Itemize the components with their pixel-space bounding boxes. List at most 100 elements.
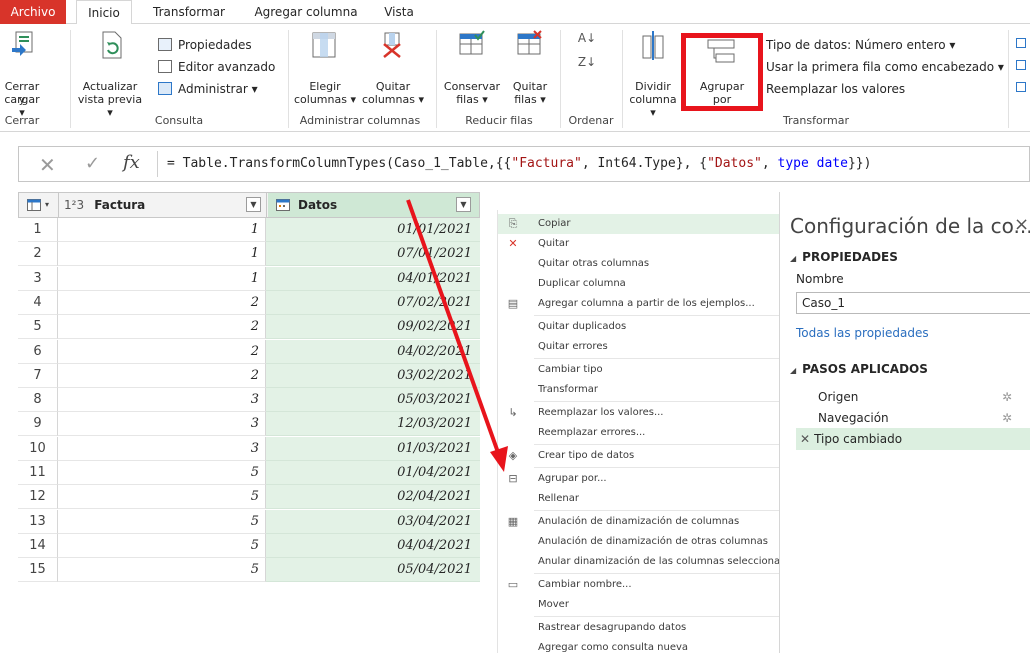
row-number[interactable]: 4 — [18, 290, 58, 315]
manage-button[interactable]: Administrar ▾ — [158, 80, 258, 98]
extra-ribbon-icon[interactable] — [1016, 82, 1026, 92]
delete-step-icon[interactable]: ✕ — [800, 432, 810, 446]
gear-icon[interactable]: ✲ — [1002, 407, 1012, 429]
table-row[interactable]: 5 2 09/02/2021 — [18, 315, 480, 340]
cell-datos[interactable]: 12/03/2021 — [266, 412, 480, 437]
cell-factura[interactable]: 5 — [58, 533, 266, 558]
table-row[interactable]: 14 5 04/04/2021 — [18, 533, 480, 558]
cell-factura[interactable]: 5 — [58, 558, 266, 583]
column-header-datos[interactable]: Datos ▼ — [268, 193, 479, 217]
table-row[interactable]: 13 5 03/04/2021 — [18, 509, 480, 534]
gear-icon[interactable]: ✲ — [1002, 386, 1012, 408]
table-row[interactable]: 2 1 07/01/2021 — [18, 242, 480, 267]
tab-agregar-columna[interactable]: Agregar columna — [246, 0, 366, 24]
cell-factura[interactable]: 1 — [58, 242, 266, 267]
context-menu-item[interactable]: ⎘ Copiar — [498, 214, 780, 234]
row-number[interactable]: 15 — [18, 558, 58, 583]
table-row[interactable]: 7 2 03/02/2021 — [18, 363, 480, 388]
table-row[interactable]: 3 1 04/01/2021 — [18, 266, 480, 291]
row-number[interactable]: 11 — [18, 461, 58, 485]
applied-step[interactable]: ✕ Tipo cambiado — [796, 428, 1030, 450]
table-row[interactable]: 6 2 04/02/2021 — [18, 339, 480, 364]
close-icon[interactable]: × — [1014, 214, 1029, 235]
cell-datos[interactable]: 04/01/2021 — [266, 266, 480, 291]
row-number[interactable]: 7 — [18, 363, 58, 388]
cell-datos[interactable]: 04/04/2021 — [266, 533, 480, 558]
datos-filter-dropdown-icon[interactable]: ▼ — [456, 197, 471, 212]
tab-vista[interactable]: Vista — [374, 0, 424, 24]
cell-datos[interactable]: 03/02/2021 — [266, 363, 480, 388]
context-menu-item[interactable]: ✕ Quitar — [498, 234, 780, 254]
table-row[interactable]: 11 5 01/04/2021 — [18, 461, 480, 485]
context-menu-item[interactable]: Anular dinamización de las columnas sele… — [498, 552, 780, 572]
all-properties-link[interactable]: Todas las propiedades — [796, 326, 929, 340]
context-menu-item[interactable]: ↳ Reemplazar los valores... — [498, 403, 780, 423]
tab-transformar[interactable]: Transformar — [140, 0, 238, 24]
cell-datos[interactable]: 01/03/2021 — [266, 436, 480, 461]
table-row[interactable]: 4 2 07/02/2021 — [18, 290, 480, 315]
split-column-button[interactable]: Dividir columna ▾ — [626, 28, 680, 119]
choose-columns-button[interactable]: Elegir columnas ▾ — [292, 28, 358, 108]
tab-archivo[interactable]: Archivo — [0, 0, 66, 24]
context-menu-item[interactable]: Mover — [498, 595, 780, 615]
row-number[interactable]: 13 — [18, 509, 58, 534]
cell-datos[interactable]: 02/04/2021 — [266, 485, 480, 510]
row-number[interactable]: 5 — [18, 315, 58, 340]
row-number[interactable]: 12 — [18, 485, 58, 510]
table-row[interactable]: 8 3 05/03/2021 — [18, 388, 480, 413]
properties-section[interactable]: ◢ PROPIEDADES — [790, 250, 898, 264]
table-row[interactable]: 15 5 05/04/2021 — [18, 558, 480, 583]
cell-datos[interactable]: 05/03/2021 — [266, 388, 480, 413]
context-menu-item[interactable]: Quitar duplicados — [498, 317, 780, 337]
table-row[interactable]: 12 5 02/04/2021 — [18, 485, 480, 510]
row-number[interactable]: 8 — [18, 388, 58, 413]
applied-step[interactable]: Navegación ✲ — [796, 407, 1030, 429]
properties-button[interactable]: Propiedades — [158, 36, 252, 54]
cell-datos[interactable]: 09/02/2021 — [266, 315, 480, 340]
cell-factura[interactable]: 2 — [58, 339, 266, 364]
cell-datos[interactable]: 07/02/2021 — [266, 290, 480, 315]
table-row[interactable]: 1 1 01/01/2021 — [18, 218, 480, 242]
cell-datos[interactable]: 01/04/2021 — [266, 461, 480, 485]
table-menu-button[interactable]: ▾ — [19, 193, 59, 217]
advanced-editor-button[interactable]: Editor avanzado — [158, 58, 275, 76]
data-type-dropdown[interactable]: Tipo de datos: Número entero ▾ — [766, 36, 955, 54]
cell-datos[interactable]: 05/04/2021 — [266, 558, 480, 583]
cell-factura[interactable]: 3 — [58, 412, 266, 437]
context-menu-item[interactable]: Agregar como consulta nueva — [498, 638, 780, 653]
tab-inicio[interactable]: Inicio — [76, 0, 132, 25]
refresh-preview-button[interactable]: Actualizar vista previa ▾ — [74, 28, 146, 119]
context-menu-item[interactable]: ▤ Agregar columna a partir de los ejemplo… — [498, 294, 780, 314]
cancel-formula-icon[interactable]: ✕ — [39, 153, 56, 177]
row-number[interactable]: 1 — [18, 218, 58, 242]
use-first-row-header-button[interactable]: Usar la primera fila como encabezado ▾ — [766, 58, 1004, 76]
context-menu-item[interactable]: Cambiar tipo — [498, 360, 780, 380]
context-menu-item[interactable]: ◈ Crear tipo de datos — [498, 446, 780, 466]
extra-ribbon-icon[interactable] — [1016, 60, 1026, 70]
context-menu-item[interactable]: Quitar errores — [498, 337, 780, 357]
applied-step[interactable]: Origen ✲ — [796, 386, 1030, 408]
row-number[interactable]: 3 — [18, 266, 58, 291]
cell-datos[interactable]: 04/02/2021 — [266, 339, 480, 364]
cell-factura[interactable]: 3 — [58, 388, 266, 413]
close-and-load-button[interactable]: Cerrar y cargar ▾ — [2, 28, 42, 119]
cell-factura[interactable]: 5 — [58, 485, 266, 510]
table-row[interactable]: 9 3 12/03/2021 — [18, 412, 480, 437]
remove-columns-button[interactable]: Quitar columnas ▾ — [360, 28, 426, 108]
table-row[interactable]: 10 3 01/03/2021 — [18, 436, 480, 461]
cell-factura[interactable]: 1 — [58, 266, 266, 291]
cell-datos[interactable]: 07/01/2021 — [266, 242, 480, 267]
cell-factura[interactable]: 2 — [58, 315, 266, 340]
row-number[interactable]: 9 — [18, 412, 58, 437]
replace-values-button[interactable]: Reemplazar los valores — [766, 80, 905, 98]
context-menu-item[interactable]: ▭ Cambiar nombre... — [498, 575, 780, 595]
sort-ascending-button[interactable]: A↓ — [576, 32, 598, 54]
row-number[interactable]: 14 — [18, 533, 58, 558]
cell-factura[interactable]: 1 — [58, 218, 266, 242]
context-menu-item[interactable]: ▦ Anulación de dinamización de columnas — [498, 512, 780, 532]
applied-steps-section[interactable]: ◢ PASOS APLICADOS — [790, 362, 928, 376]
sort-descending-button[interactable]: Z↓ — [576, 56, 598, 78]
context-menu-item[interactable]: Rellenar — [498, 489, 780, 509]
row-number[interactable]: 10 — [18, 436, 58, 461]
keep-rows-button[interactable]: Conservar filas ▾ — [440, 28, 504, 108]
